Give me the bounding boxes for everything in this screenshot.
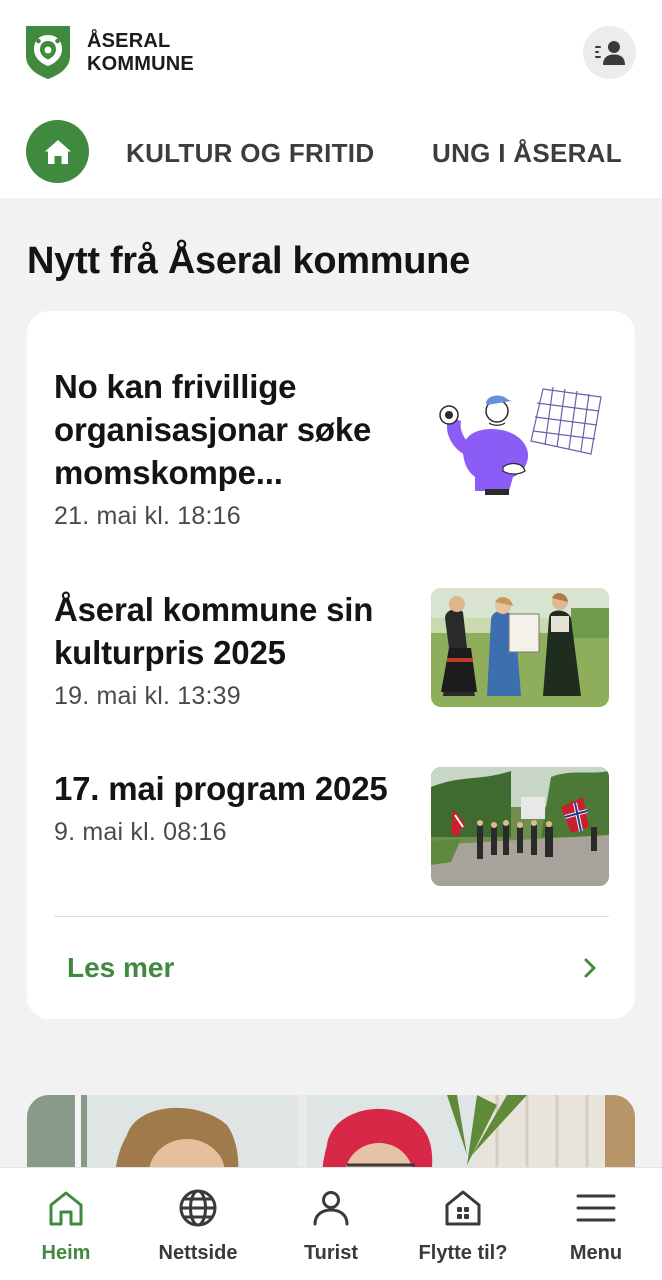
news-title: Åseral kommune sin kulturpris 2025 [54,591,374,671]
hamburger-icon [576,1194,616,1222]
home-outline-icon [49,1191,83,1226]
tab-label: Flytte til? [418,1242,508,1264]
top-navigation: KULTUR OG FRITID UNG I ÅSERAL [0,120,662,184]
tab-label: Nettside [158,1242,238,1264]
tab-nettside[interactable]: Nettside [132,1168,264,1280]
profile-list-icon [594,40,625,65]
read-more-label: Les mer [67,952,175,983]
volunteer-illustration [431,379,609,498]
logo-line-2: KOMMUNE [87,52,194,75]
logo-line-1: ÅSERAL [87,29,171,52]
nav-link-kultur-og-fritid[interactable]: KULTUR OG FRITID [126,138,374,169]
news-title: 17. mai program 2025 [54,770,388,807]
profile-button[interactable] [583,26,636,79]
news-date: 21. mai kl. 18:16 [54,502,241,530]
chevron-right-icon [584,958,596,978]
parade-photo [431,767,609,886]
tab-flytte-til[interactable]: Flytte til? [397,1168,529,1280]
news-item[interactable]: Åseral kommune sin kulturpris 2025 19. m… [54,588,609,711]
shield-logo-icon [26,26,70,79]
section-title: Nytt frå Åseral kommune [27,240,470,282]
bottom-navigation: Heim Nettside Turist Flytte til? Menu [0,1167,662,1280]
house-grid-icon [445,1190,481,1226]
home-button[interactable] [26,120,89,183]
culture-prize-photo [431,588,609,707]
news-card: No kan frivillige organisasjonar søke mo… [27,311,635,1019]
nav-link-ung-i-aseral[interactable]: UNG I ÅSERAL [432,138,622,169]
logo-wordmark: ÅSERAL KOMMUNE [87,30,194,76]
home-icon [44,139,71,164]
tab-menu[interactable]: Menu [530,1168,662,1280]
read-more-link[interactable]: Les mer [54,917,609,1019]
news-item[interactable]: 17. mai program 2025 9. mai kl. 08:16 [54,767,609,886]
tab-label: Menu [569,1242,623,1264]
app-header: ÅSERAL KOMMUNE KULTUR OG FRITID UNG I ÅS… [0,0,662,198]
tab-heim[interactable]: Heim [0,1168,132,1280]
news-title: No kan frivillige organisasjonar søke mo… [54,368,372,491]
news-item[interactable]: No kan frivillige organisasjonar søke mo… [54,365,609,531]
tab-label: Turist [303,1242,359,1264]
person-icon [313,1191,349,1226]
globe-icon [179,1189,217,1227]
tab-label: Heim [41,1242,91,1264]
municipality-logo[interactable]: ÅSERAL KOMMUNE [26,26,194,79]
tab-turist[interactable]: Turist [265,1168,397,1280]
